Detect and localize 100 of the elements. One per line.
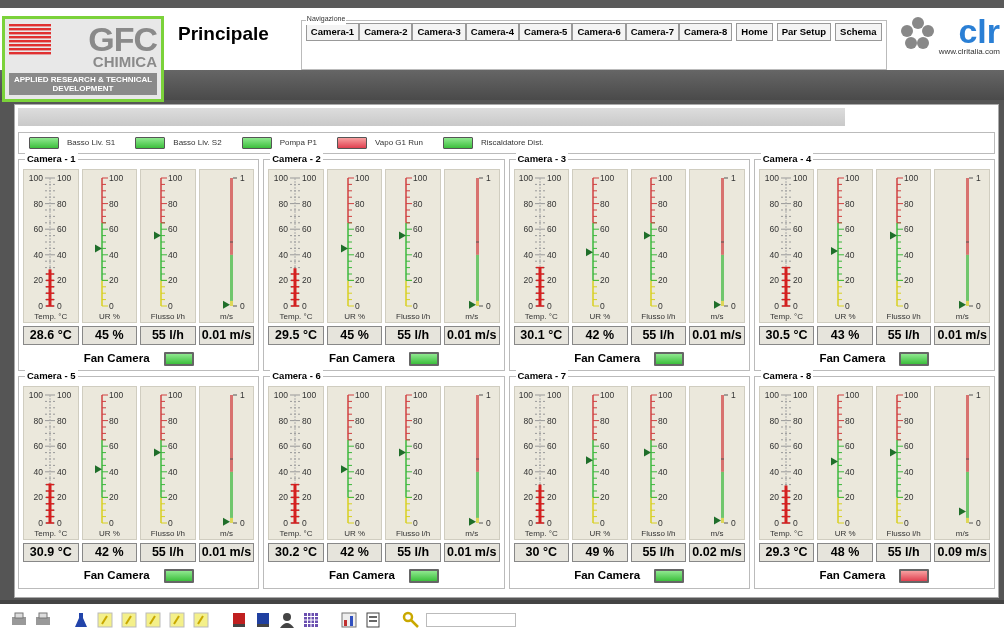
note-icon[interactable] <box>144 610 162 629</box>
flask-icon[interactable] <box>72 610 90 629</box>
scale-label: 40 <box>278 467 289 478</box>
scale-label: 60 <box>658 224 668 235</box>
gauge-label: Temp. °C <box>279 312 313 322</box>
scale-label: 80 <box>523 198 534 209</box>
input-field[interactable] <box>426 612 516 627</box>
user-icon[interactable] <box>278 610 296 629</box>
scale-label: 40 <box>769 467 779 478</box>
scale-label: 100 <box>167 173 183 183</box>
scale-label: 20 <box>599 492 610 503</box>
scale-label: 100 <box>56 390 71 401</box>
scale-label: 100 <box>845 390 860 401</box>
scale-label: 0 <box>730 518 736 529</box>
scale-label: 40 <box>658 467 668 478</box>
scale-label: 40 <box>167 467 178 478</box>
reading-display: 55 l/h <box>385 543 441 563</box>
gauge-label: Temp. °C <box>34 312 68 322</box>
scale-label: 80 <box>354 415 365 426</box>
note-icon[interactable] <box>192 610 210 629</box>
flower-icon <box>900 16 935 50</box>
scale-label: 20 <box>354 492 365 503</box>
scale-label: 0 <box>283 518 289 529</box>
scale-label: 0 <box>354 518 360 529</box>
scale-label: 40 <box>302 249 312 260</box>
nav-button[interactable]: Home <box>736 23 773 41</box>
scale-label: 60 <box>167 441 178 452</box>
scale-label: 100 <box>302 173 317 183</box>
grid-icon[interactable] <box>302 610 320 629</box>
scale-label: 80 <box>599 198 610 209</box>
scale-label: 40 <box>523 249 534 260</box>
nav-button[interactable]: Camera-5 <box>519 23 573 41</box>
reading-display: 55 l/h <box>140 543 196 563</box>
stripes-icon <box>9 23 51 57</box>
gauge-label: UR % <box>344 312 366 322</box>
gauge-label: Flusso l/h <box>150 529 185 540</box>
scale-label: 20 <box>523 492 534 503</box>
scale-label: 0 <box>38 518 43 529</box>
scale-label: 1 <box>240 390 246 401</box>
nav-button[interactable]: Schema <box>835 23 882 41</box>
nav-button[interactable]: Camera-8 <box>679 23 733 41</box>
note-icon[interactable] <box>96 610 114 629</box>
nav-button[interactable]: Camera-7 <box>625 23 679 41</box>
scale-label: 60 <box>523 224 534 235</box>
scale-label: 0 <box>730 301 736 311</box>
nav-button[interactable]: Par Setup <box>776 23 832 41</box>
scale-label: 80 <box>903 198 914 209</box>
book-icon[interactable] <box>254 610 272 629</box>
reading-display: 0.01 m/s <box>198 543 255 563</box>
nav-button[interactable]: Camera-6 <box>572 23 626 41</box>
nav-button[interactable]: Camera-2 <box>359 23 413 41</box>
note-icon[interactable] <box>120 610 138 629</box>
scale-label: 80 <box>769 415 779 426</box>
scale-label: 80 <box>302 415 312 426</box>
gauge-label: UR % <box>98 312 120 322</box>
scale-label: 20 <box>278 492 289 503</box>
scale-label: 20 <box>523 275 534 286</box>
scale-label: 20 <box>845 275 855 286</box>
nav-button[interactable]: Camera-3 <box>412 23 466 41</box>
scale-label: 0 <box>56 301 62 311</box>
gauge-label: m/s <box>710 529 724 540</box>
scale-label: 80 <box>769 198 779 209</box>
scale-label: 100 <box>56 173 71 183</box>
book-icon[interactable] <box>230 610 248 629</box>
scale-label: 80 <box>523 415 534 426</box>
scale-label: 60 <box>658 441 668 452</box>
logo-name: GFC <box>87 23 157 55</box>
gauge-label: m/s <box>955 312 969 322</box>
scale-label: 40 <box>278 249 289 260</box>
scale-label: 40 <box>845 249 855 260</box>
chart-icon[interactable] <box>340 610 358 629</box>
fan-label: Fan Camera <box>819 568 886 584</box>
scale-label: 20 <box>278 275 289 286</box>
scale-label: 80 <box>56 198 67 209</box>
scale-label: 0 <box>167 301 173 311</box>
scale-label: 40 <box>354 249 365 260</box>
gauge-label: Flusso l/h <box>641 529 676 540</box>
scale-label: 60 <box>109 224 119 235</box>
reading-display: 55 l/h <box>875 543 932 563</box>
gauge-label: m/s <box>220 529 233 540</box>
logo-tagline: APPLIED RESEARCH & TECHNICAL DEVELOPMENT <box>9 73 157 95</box>
gauge-label: UR % <box>98 529 120 540</box>
gauge-label: UR % <box>344 529 366 540</box>
gauge-label: Temp. °C <box>34 529 68 540</box>
gauge-label: Temp. °C <box>524 529 558 540</box>
nav-button[interactable]: Camera-1 <box>305 23 360 41</box>
gauge-label: Flusso l/h <box>396 312 431 322</box>
gauge-label: m/s <box>955 529 969 540</box>
note-icon[interactable] <box>168 610 186 629</box>
scale-label: 80 <box>413 415 423 426</box>
gauge-label: UR % <box>834 529 856 540</box>
nav-button[interactable]: Camera-4 <box>465 23 520 41</box>
scale-label: 100 <box>519 390 534 401</box>
scale-label: 20 <box>56 492 67 503</box>
document-icon[interactable] <box>364 610 382 629</box>
indicator-label: Pompa P1 <box>279 137 317 149</box>
scale-label: 0 <box>845 301 850 311</box>
scale-label: 60 <box>523 441 534 452</box>
scale-label: 60 <box>547 224 557 235</box>
scale-label: 80 <box>167 415 178 426</box>
